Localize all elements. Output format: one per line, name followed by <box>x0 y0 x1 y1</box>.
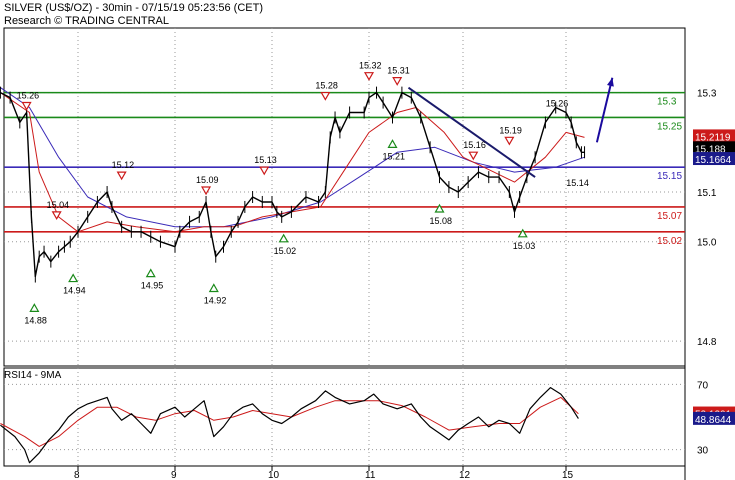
pivot-low-label: 14.95 <box>141 281 164 291</box>
price-y-tick-label: 14.8 <box>697 337 717 348</box>
price-y-tick-label: 15.1 <box>697 188 717 199</box>
pivot-low-label: 15.08 <box>430 216 453 226</box>
pivot-high-label: 15.19 <box>499 125 522 135</box>
pivot-high-marker <box>363 72 375 81</box>
pivot-high-marker <box>259 166 270 176</box>
pivot-level-label: 15.14 <box>566 178 589 188</box>
pivot-low-marker <box>145 268 156 278</box>
price-y-tick-label: 15.3 <box>697 89 717 100</box>
pivot-high-label: 15.32 <box>359 61 382 71</box>
forecast-arrow-shaft <box>595 77 614 143</box>
level-label: 15.25 <box>657 121 682 132</box>
pivot-low-label: 15.21 <box>383 151 406 161</box>
pivot-low-label: 15.03 <box>513 241 536 251</box>
level-label: 15.07 <box>657 211 682 222</box>
pivot-high-label: 15.09 <box>196 175 219 185</box>
pivot-low-marker <box>278 233 289 243</box>
x-tick-label: 12 <box>459 470 471 480</box>
x-tick-label: 11 <box>365 470 376 480</box>
pivot-high-marker <box>320 91 331 101</box>
x-tick-label: 15 <box>562 470 574 480</box>
x-tick-label: 10 <box>268 470 280 480</box>
pivot-low-marker <box>68 273 79 283</box>
pivot-low-marker <box>517 228 528 238</box>
rsi-value-badge-text: 48.8644 <box>695 415 732 426</box>
pivot-high-marker <box>392 77 403 86</box>
price-value-badge-text: 15.1664 <box>695 155 732 166</box>
pivot-high-marker <box>116 171 127 181</box>
ma-long-line <box>0 87 585 228</box>
pivot-low-label: 14.88 <box>24 315 47 325</box>
pivot-high-label: 15.04 <box>47 200 70 210</box>
chart-header-credit: Research © TRADING CENTRAL <box>4 15 169 27</box>
price-y-tick-label: 15.0 <box>697 238 717 249</box>
rsi-panel-frame <box>3 367 686 467</box>
pivot-high-label: 15.26 <box>17 91 40 101</box>
pivot-high-marker <box>504 136 515 146</box>
chart-header-title: SILVER (US$/OZ) - 30min - 07/15/19 05:23… <box>4 2 263 14</box>
pivot-low-label: 14.92 <box>204 296 227 306</box>
pivot-low-marker <box>434 203 445 213</box>
level-label: 15.02 <box>657 236 682 247</box>
price-panel-frame <box>3 27 686 367</box>
level-label: 15.15 <box>657 171 682 182</box>
rsi-y-tick-label: 70 <box>697 380 709 391</box>
level-label: 15.3 <box>657 97 677 108</box>
rsi-panel-title: RSI14 - 9MA <box>4 370 62 381</box>
pivot-low-marker <box>208 283 219 293</box>
pivot-high-label: 15.12 <box>112 160 135 170</box>
pivot-high-marker <box>201 186 212 196</box>
x-tick-label: 8 <box>74 470 80 480</box>
pivot-high-label: 15.16 <box>463 140 486 150</box>
rsi-y-tick-label: 30 <box>697 446 709 457</box>
x-tick-label: 9 <box>171 470 177 480</box>
pivot-low-label: 14.94 <box>63 286 86 296</box>
pivot-low-marker <box>29 303 40 312</box>
chart-stage: SILVER (US$/OZ) - 30min - 07/15/19 05:23… <box>0 0 735 480</box>
pivot-low-marker <box>387 139 398 148</box>
pivot-level-label: 15.26 <box>546 99 569 109</box>
pivot-high-label: 15.28 <box>315 81 338 91</box>
rsi-line <box>0 387 579 464</box>
chart-svg: SILVER (US$/OZ) - 30min - 07/15/19 05:23… <box>0 2 735 480</box>
pivot-high-label: 15.31 <box>387 66 410 76</box>
pivot-low-label: 15.02 <box>274 246 297 256</box>
pivot-high-label: 15.13 <box>254 155 277 165</box>
pivot-high-marker <box>468 151 479 161</box>
